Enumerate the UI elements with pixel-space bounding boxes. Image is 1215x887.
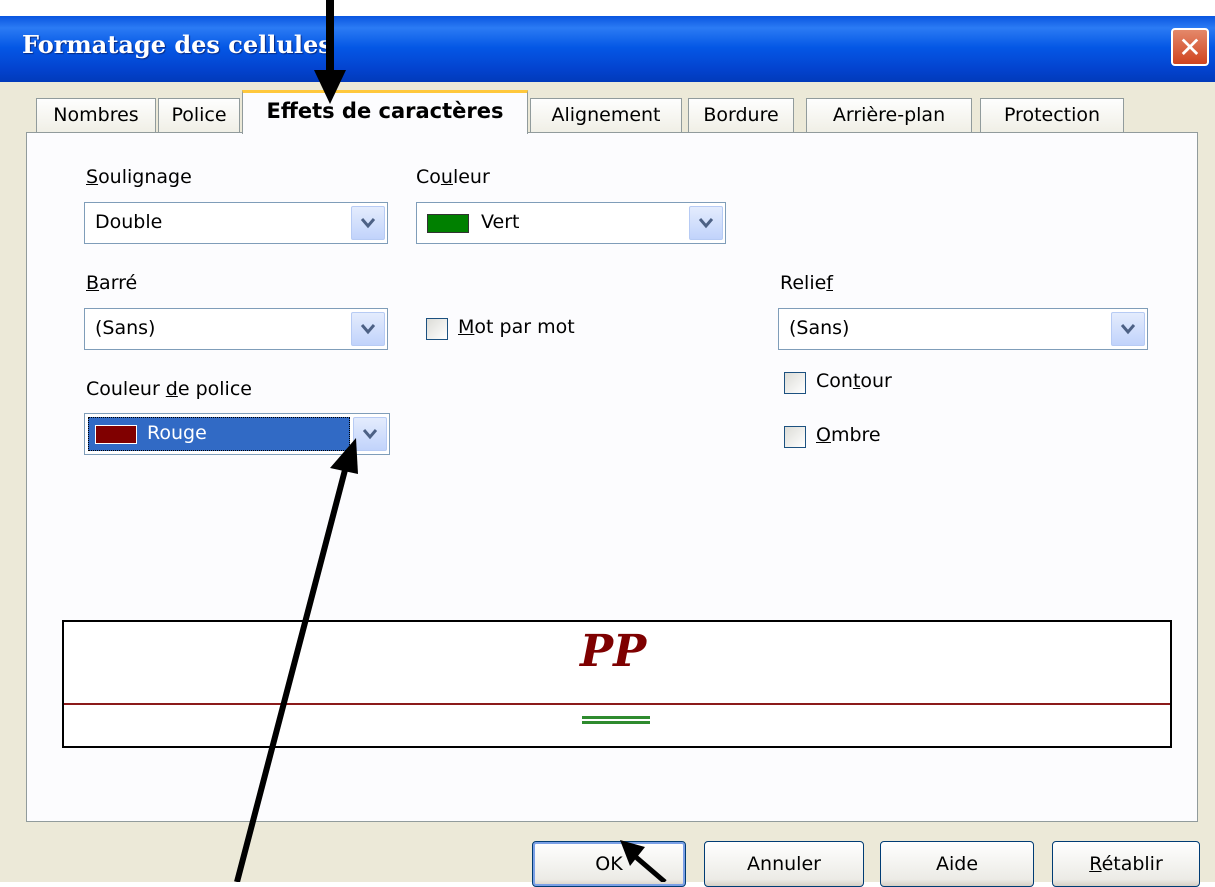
- window-title: Formatage des cellules: [22, 30, 332, 59]
- ombre-label: Ombre: [816, 424, 881, 446]
- aide-button[interactable]: Aide: [880, 841, 1034, 887]
- couleur-police-select[interactable]: Rouge: [84, 413, 390, 455]
- color-swatch: [95, 425, 137, 444]
- soulignage-value: Double: [95, 211, 163, 233]
- strike-line: [64, 703, 1170, 705]
- chevron-down-icon[interactable]: [351, 206, 385, 240]
- contour-checkbox[interactable]: [784, 372, 806, 394]
- soulignage-select[interactable]: Double: [84, 202, 388, 244]
- tab-bordure[interactable]: Bordure: [688, 98, 794, 132]
- ombre-checkbox[interactable]: [784, 426, 806, 448]
- tab-protection[interactable]: Protection: [980, 98, 1124, 132]
- preview-text: PP: [580, 626, 647, 677]
- tab-alignement[interactable]: Alignement: [530, 98, 682, 132]
- format-cells-dialog: Formatage des cellules ✕ Nombres Police …: [0, 16, 1215, 887]
- mot-par-mot-checkbox[interactable]: [426, 318, 448, 340]
- ok-button[interactable]: OK: [532, 841, 686, 887]
- couleur-police-value: Rouge: [147, 422, 207, 444]
- soulignage-label: Soulignage: [86, 166, 192, 188]
- mot-par-mot-label: Mot par mot: [458, 316, 575, 338]
- retablir-button[interactable]: Rétablir: [1052, 841, 1200, 887]
- couleur-police-label: Couleur de police: [86, 378, 252, 400]
- relief-label: Relief: [780, 272, 833, 294]
- chevron-down-icon[interactable]: [1111, 312, 1145, 346]
- chevron-down-icon[interactable]: [353, 417, 387, 451]
- tab-police[interactable]: Police: [158, 98, 240, 132]
- couleur-label: Couleur: [416, 166, 490, 188]
- tab-nombres[interactable]: Nombres: [36, 98, 156, 132]
- color-swatch: [427, 214, 469, 233]
- double-underline-1: [582, 716, 650, 719]
- title-bar[interactable]: Formatage des cellules ✕: [0, 16, 1215, 82]
- chevron-down-icon[interactable]: [351, 312, 385, 346]
- double-underline-2: [582, 721, 650, 724]
- relief-select[interactable]: (Sans): [778, 308, 1148, 350]
- relief-value: (Sans): [789, 317, 850, 339]
- annuler-button[interactable]: Annuler: [704, 841, 864, 887]
- barre-label: Barré: [86, 272, 138, 294]
- chevron-down-icon[interactable]: [689, 206, 723, 240]
- tab-effets-de-caracteres[interactable]: Effets de caractères: [242, 90, 528, 134]
- couleur-select[interactable]: Vert: [416, 202, 726, 244]
- barre-select[interactable]: (Sans): [84, 308, 388, 350]
- barre-value: (Sans): [95, 317, 156, 339]
- couleur-value: Vert: [481, 211, 520, 233]
- close-icon[interactable]: ✕: [1171, 28, 1209, 66]
- tab-arriere-plan[interactable]: Arrière-plan: [806, 98, 972, 132]
- contour-label: Contour: [816, 370, 892, 392]
